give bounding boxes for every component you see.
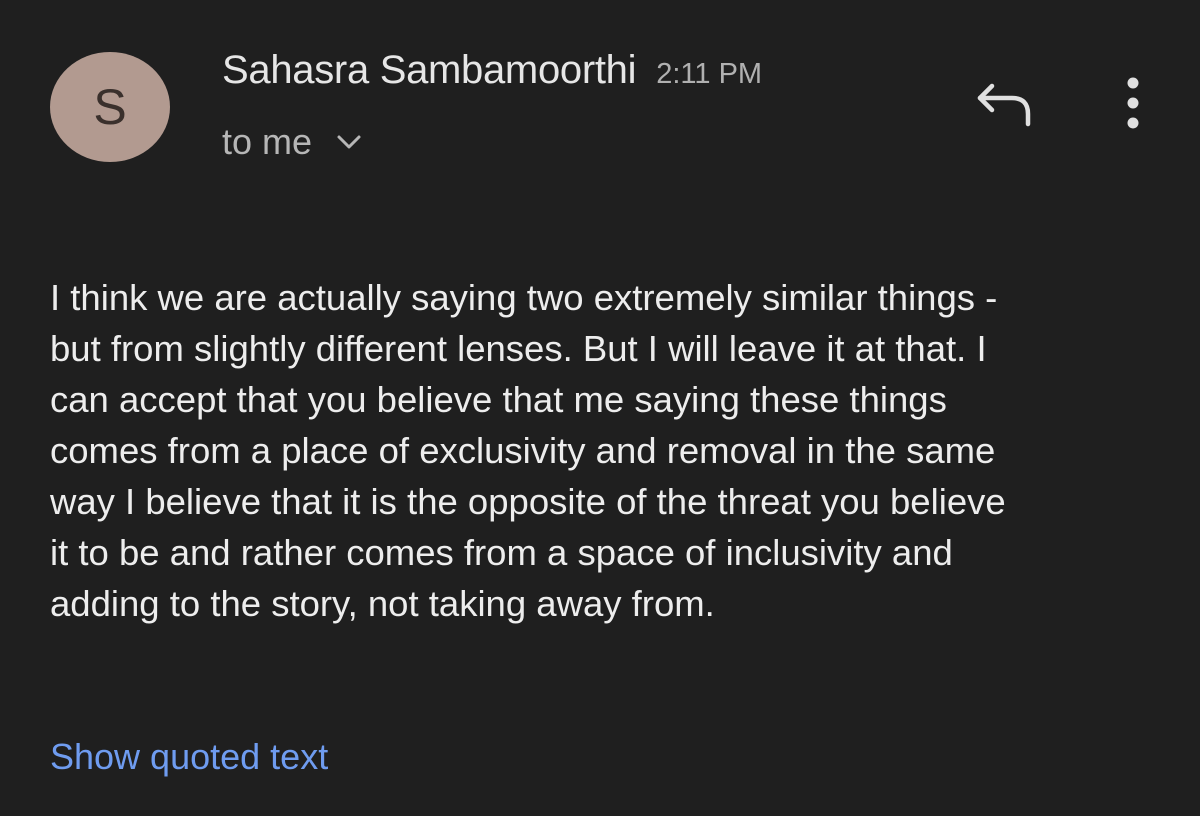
recipient-label: to me	[222, 121, 313, 162]
message-body: I think we are actually saying two extre…	[50, 272, 1160, 629]
sender-line: Sahasra Sambamoorthi 2:11 PM	[222, 48, 762, 93]
message-body-line: I think we are actually saying two extre…	[50, 277, 998, 318]
recipient-details-toggle[interactable]: to me	[222, 121, 362, 163]
message-body-line: adding to the story, not taking away fro…	[50, 583, 715, 624]
message-body-line: can accept that you believe that me sayi…	[50, 379, 947, 420]
show-quoted-text-link[interactable]: Show quoted text	[50, 736, 328, 778]
reply-icon[interactable]	[972, 78, 1036, 128]
message-body-line: way I believe that it is the opposite of…	[50, 481, 1006, 522]
message-body-line: but from slightly different lenses. But …	[50, 328, 987, 369]
avatar-letter: S	[93, 79, 127, 135]
more-vert-icon[interactable]	[1116, 74, 1150, 132]
sender-name[interactable]: Sahasra Sambamoorthi	[222, 48, 637, 93]
sender-avatar[interactable]: S	[50, 52, 170, 162]
message-timestamp: 2:11 PM	[656, 58, 763, 90]
message-body-line: it to be and rather comes from a space o…	[50, 532, 953, 573]
message-body-line: comes from a place of exclusivity and re…	[50, 430, 996, 471]
chevron-down-icon[interactable]	[336, 133, 362, 151]
